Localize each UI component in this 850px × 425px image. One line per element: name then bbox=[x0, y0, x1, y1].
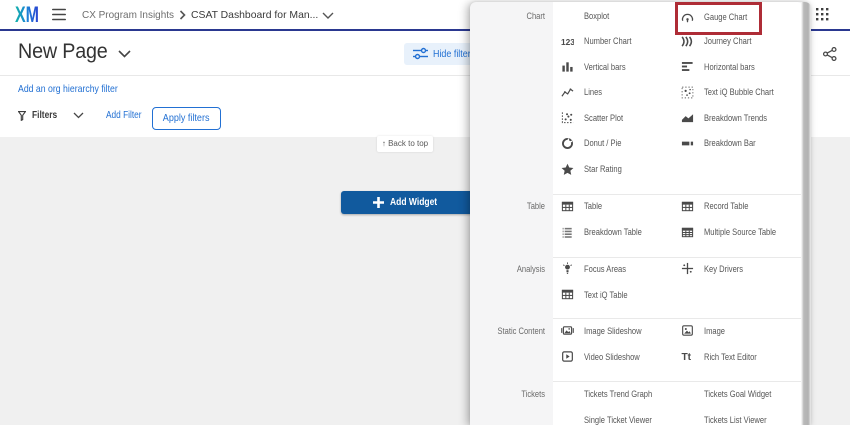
svg-text:Tt: Tt bbox=[681, 352, 691, 363]
svg-text:XM: XM bbox=[15, 4, 39, 24]
svg-text:123: 123 bbox=[561, 36, 574, 46]
